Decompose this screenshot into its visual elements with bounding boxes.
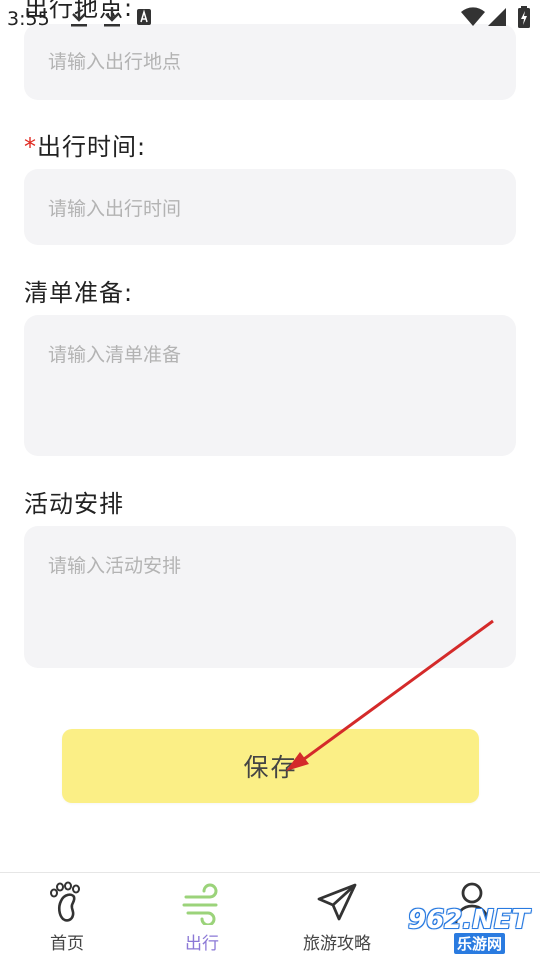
footprint-icon	[47, 879, 87, 929]
signal-icon	[487, 7, 507, 31]
save-button-label: 保存	[243, 753, 298, 782]
required-star: *	[24, 133, 37, 161]
activity-placeholder: 请输入活动安排	[48, 555, 182, 577]
list-label: 清单准备:	[24, 279, 134, 307]
status-bar: 3:55	[0, 0, 540, 36]
time-label-text: 出行时间:	[37, 133, 147, 161]
battery-charging-icon	[518, 6, 530, 32]
app-screen: 3:55 出行地点: 请输入出行地点 *出行时间: 请输入出行时间 清单准备: …	[0, 0, 540, 960]
paper-plane-icon	[315, 879, 359, 929]
list-placeholder: 请输入清单准备	[48, 344, 182, 366]
time-input[interactable]: 请输入出行时间	[24, 169, 516, 245]
download-icon	[70, 6, 88, 32]
nav-item-guide[interactable]: 旅游攻略	[277, 873, 397, 960]
nav-item-home[interactable]: 首页	[7, 873, 127, 960]
time-label: *出行时间:	[24, 127, 146, 162]
watermark-main: 962.NET	[408, 905, 530, 935]
wifi-icon	[461, 7, 485, 31]
a-notification-icon	[137, 9, 151, 29]
nav-label-home: 首页	[50, 934, 84, 954]
download-icon	[103, 6, 121, 32]
list-textarea[interactable]: 请输入清单准备	[24, 315, 516, 456]
watermark-sub: 乐游网	[454, 933, 506, 954]
nav-label-guide: 旅游攻略	[303, 934, 371, 954]
activity-label: 活动安排	[24, 490, 124, 518]
nav-label-travel: 出行	[185, 934, 219, 954]
time-placeholder: 请输入出行时间	[48, 198, 182, 220]
status-time: 3:55	[7, 8, 50, 30]
watermark-logo: 962.NET 乐游网	[402, 905, 536, 955]
save-button[interactable]: 保存	[62, 729, 479, 803]
wind-icon	[180, 879, 224, 929]
activity-textarea[interactable]: 请输入活动安排	[24, 526, 516, 668]
nav-item-travel[interactable]: 出行	[142, 873, 262, 960]
place-placeholder: 请输入出行地点	[48, 51, 182, 73]
